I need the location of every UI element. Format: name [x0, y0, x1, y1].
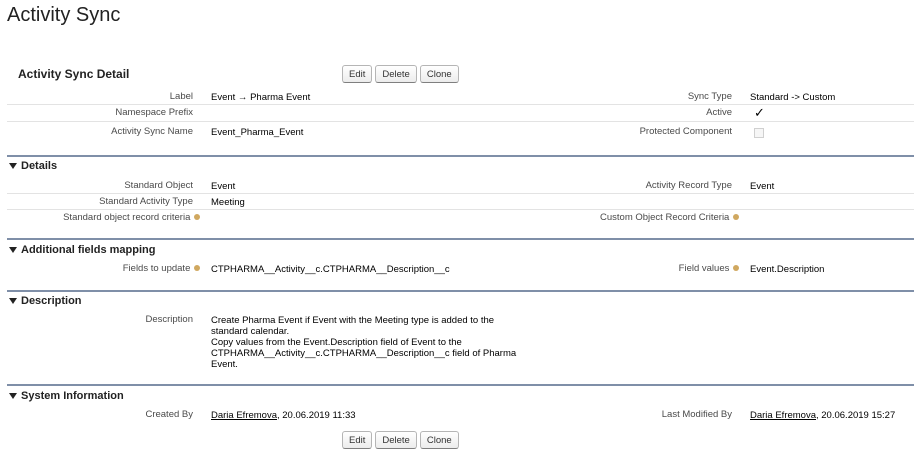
help-icon[interactable] [733, 214, 739, 221]
triangle-down-icon [9, 298, 17, 304]
label-field-label: Label [169, 91, 193, 102]
section-header-additional-fields-mapping[interactable]: Additional fields mapping [9, 244, 155, 256]
field-label-text: Standard object record criteria [63, 212, 191, 223]
section-header-system-information[interactable]: System Information [9, 390, 124, 402]
protected-component-label: Protected Component [639, 126, 732, 137]
row-divider [7, 104, 914, 105]
edit-button[interactable]: Edit [342, 65, 373, 83]
activity-record-type-label: Activity Record Type [645, 180, 732, 191]
row-divider [7, 121, 914, 122]
section-rule [7, 384, 914, 386]
section-title: Description [21, 295, 82, 307]
detail-title: Activity Sync Detail [18, 67, 130, 81]
label-field-value: Event → Pharma Event [211, 92, 311, 103]
triangle-down-icon [9, 163, 17, 169]
section-rule [7, 155, 914, 157]
clone-button[interactable]: Clone [419, 65, 459, 83]
standard-object-value: Event [211, 181, 236, 192]
field-values-value: Event.Description [750, 264, 825, 275]
top-button-row: Edit Delete Clone [342, 65, 459, 83]
section-title: Additional fields mapping [21, 244, 156, 256]
delete-button[interactable]: Delete [375, 431, 417, 449]
section-title: System Information [21, 390, 124, 402]
standard-object-label: Standard Object [124, 180, 193, 191]
namespace-prefix-label: Namespace Prefix [115, 107, 193, 118]
triangle-down-icon [9, 393, 17, 399]
row-divider [7, 193, 914, 194]
created-by-user-link[interactable]: Daria Efremova [211, 410, 277, 421]
last-modified-by-date: , 20.06.2019 15:27 [816, 410, 896, 421]
section-rule [7, 290, 914, 292]
delete-button[interactable]: Delete [375, 65, 417, 83]
field-label-text: Custom Object Record Criteria [600, 212, 730, 223]
section-rule [7, 238, 914, 240]
section-header-description[interactable]: Description [9, 295, 82, 307]
page-title: Activity Sync [7, 4, 121, 26]
activity-sync-name-value: Event_Pharma_Event [211, 127, 304, 138]
last-modified-by-user-link[interactable]: Daria Efremova [750, 410, 816, 421]
created-by-label: Created By [145, 409, 193, 420]
edit-button[interactable]: Edit [342, 431, 373, 449]
bottom-button-row: Edit Delete Clone [342, 431, 459, 449]
triangle-down-icon [9, 247, 17, 253]
field-label-text: Fields to update [122, 263, 191, 274]
help-icon[interactable] [194, 214, 200, 221]
created-by-value: Daria Efremova, 20.06.2019 11:33 [211, 410, 356, 421]
sync-type-label: Sync Type [687, 91, 732, 102]
section-header-details[interactable]: Details [9, 160, 57, 172]
activity-sync-name-label: Activity Sync Name [111, 126, 193, 137]
section-title: Details [21, 160, 58, 172]
active-label: Active [706, 107, 732, 118]
help-icon[interactable] [733, 265, 739, 272]
help-icon[interactable] [194, 265, 200, 272]
field-label-text: Field values [678, 263, 730, 274]
description-label: Description [145, 314, 193, 325]
standard-activity-type-value: Meeting [211, 197, 245, 208]
protected-component-checkbox [754, 128, 764, 138]
created-by-date: , 20.06.2019 11:33 [277, 410, 356, 421]
custom-object-record-criteria-label: Custom Object Record Criteria [600, 212, 739, 223]
activity-record-type-value: Event [750, 181, 775, 192]
last-modified-by-label: Last Modified By [661, 409, 732, 420]
fields-to-update-label: Fields to update [123, 263, 200, 274]
standard-object-record-criteria-label: Standard object record criteria [63, 212, 200, 223]
standard-activity-type-label: Standard Activity Type [99, 196, 193, 207]
clone-button[interactable]: Clone [419, 431, 459, 449]
sync-type-value: Standard -> Custom [750, 92, 836, 103]
row-divider [7, 209, 914, 210]
description-value: Create Pharma Event if Event with the Me… [211, 315, 517, 370]
fields-to-update-value: CTPHARMA__Activity__c.CTPHARMA__Descript… [211, 264, 450, 275]
last-modified-by-value: Daria Efremova, 20.06.2019 15:27 [750, 410, 895, 421]
field-values-label: Field values [679, 263, 739, 274]
checkmark-icon: ✓ [754, 105, 765, 120]
